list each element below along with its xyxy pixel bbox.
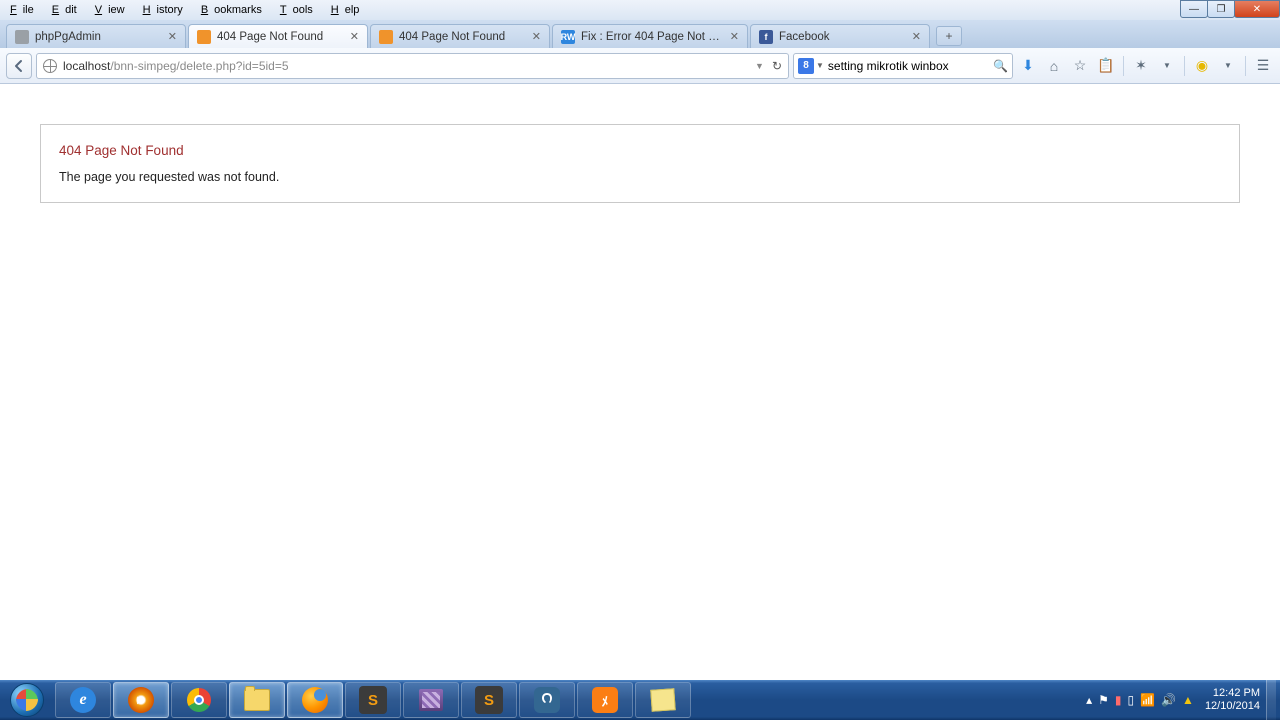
hamburger-menu-button[interactable]: ☰ bbox=[1252, 55, 1274, 77]
browser-tab[interactable]: 404 Page Not Found ✕ bbox=[188, 24, 368, 48]
tray-cloud-icon[interactable]: ▲ bbox=[1182, 693, 1194, 707]
reload-button[interactable]: ↻ bbox=[772, 59, 782, 73]
tab-favicon bbox=[197, 30, 211, 44]
library-button[interactable]: 📋 bbox=[1095, 55, 1117, 77]
error-box: 404 Page Not Found The page you requeste… bbox=[40, 124, 1240, 203]
tab-favicon: RW bbox=[561, 30, 575, 44]
browser-tab[interactable]: 404 Page Not Found ✕ bbox=[370, 24, 550, 48]
address-bar[interactable]: localhost/bnn-simpeg/delete.php?id=5id=5… bbox=[36, 53, 789, 79]
menu-edit[interactable]: Edit bbox=[46, 2, 89, 18]
back-arrow-icon bbox=[12, 59, 26, 73]
menu-tools[interactable]: Tools bbox=[274, 2, 325, 18]
tray-network-icon[interactable]: ▯ bbox=[1128, 693, 1135, 707]
tray-wifi-icon[interactable]: 📶 bbox=[1140, 693, 1155, 707]
search-submit-icon[interactable]: 🔍 bbox=[993, 59, 1008, 73]
page-content: 404 Page Not Found The page you requeste… bbox=[0, 84, 1280, 243]
error-message: The page you requested was not found. bbox=[59, 170, 1221, 184]
taskbar-app-xampp[interactable]: ﾒ bbox=[577, 682, 633, 718]
search-engine-dropdown-icon[interactable]: ▼ bbox=[816, 61, 824, 70]
taskbar-app-winrar[interactable] bbox=[403, 682, 459, 718]
taskbar-app-chrome[interactable] bbox=[171, 682, 227, 718]
navigation-toolbar: localhost/bnn-simpeg/delete.php?id=5id=5… bbox=[0, 48, 1280, 84]
tab-title: Facebook bbox=[779, 31, 906, 43]
taskbar-app-sublime2[interactable]: S bbox=[461, 682, 517, 718]
tray-overflow-icon[interactable]: ▴ bbox=[1086, 693, 1092, 707]
url-dropdown-icon[interactable]: ▼ bbox=[755, 61, 764, 71]
addon-button-1[interactable]: ✶ bbox=[1130, 55, 1152, 77]
taskbar-app-pg[interactable] bbox=[519, 682, 575, 718]
toolbar-separator bbox=[1184, 56, 1185, 76]
menu-view[interactable]: View bbox=[89, 2, 137, 18]
tray-battery-icon[interactable]: ▮ bbox=[1115, 693, 1122, 707]
tab-favicon bbox=[379, 30, 393, 44]
addon-dropdown-1[interactable]: ▼ bbox=[1156, 55, 1178, 77]
browser-tab[interactable]: RW Fix : Error 404 Page Not Fo... ✕ bbox=[552, 24, 748, 48]
tab-close-button[interactable]: ✕ bbox=[350, 30, 359, 43]
addon-dropdown-2[interactable]: ▼ bbox=[1217, 55, 1239, 77]
tab-close-button[interactable]: ✕ bbox=[532, 30, 541, 43]
taskbar-app-ie[interactable]: e bbox=[55, 682, 111, 718]
globe-icon bbox=[43, 59, 57, 73]
window-minimize-button[interactable]: — bbox=[1180, 0, 1208, 18]
window-maximize-button[interactable]: ❐ bbox=[1207, 0, 1235, 18]
tray-flag-icon[interactable]: ⚑ bbox=[1098, 693, 1109, 707]
search-box[interactable]: 8 ▼ 🔍 bbox=[793, 53, 1013, 79]
show-desktop-button[interactable] bbox=[1266, 680, 1276, 720]
toolbar-separator bbox=[1245, 56, 1246, 76]
google-icon: 8 bbox=[798, 58, 814, 74]
start-button[interactable] bbox=[0, 680, 54, 720]
taskbar-app-notes[interactable] bbox=[635, 682, 691, 718]
new-tab-button[interactable]: + bbox=[936, 26, 962, 46]
taskbar-app-explorer[interactable] bbox=[229, 682, 285, 718]
windows-orb-icon bbox=[10, 683, 44, 717]
tab-title: 404 Page Not Found bbox=[399, 31, 526, 43]
back-button[interactable] bbox=[6, 53, 32, 79]
browser-tab[interactable]: phpPgAdmin ✕ bbox=[6, 24, 186, 48]
tab-close-button[interactable]: ✕ bbox=[912, 30, 921, 43]
menu-bar: File Edit View History Bookmarks Tools H… bbox=[0, 0, 1280, 20]
browser-tab[interactable]: f Facebook ✕ bbox=[750, 24, 930, 48]
tab-favicon: f bbox=[759, 30, 773, 44]
bookmark-star-button[interactable]: ☆ bbox=[1069, 55, 1091, 77]
tab-strip: phpPgAdmin ✕ 404 Page Not Found ✕ 404 Pa… bbox=[0, 20, 1280, 48]
tab-title: phpPgAdmin bbox=[35, 31, 162, 43]
addon-button-2[interactable]: ◉ bbox=[1191, 55, 1213, 77]
menu-history[interactable]: History bbox=[137, 2, 195, 18]
menu-help[interactable]: Help bbox=[325, 2, 372, 18]
taskbar-app-firefox[interactable] bbox=[287, 682, 343, 718]
tab-close-button[interactable]: ✕ bbox=[168, 30, 177, 43]
tray-clock[interactable]: 12:42 PM 12/10/2014 bbox=[1205, 687, 1260, 713]
url-text: localhost/bnn-simpeg/delete.php?id=5id=5 bbox=[63, 59, 755, 73]
tab-title: 404 Page Not Found bbox=[217, 31, 344, 43]
menu-file[interactable]: File bbox=[4, 2, 46, 18]
tab-favicon bbox=[15, 30, 29, 44]
home-button[interactable]: ⌂ bbox=[1043, 55, 1065, 77]
tab-close-button[interactable]: ✕ bbox=[730, 30, 739, 43]
error-title: 404 Page Not Found bbox=[59, 143, 1221, 158]
downloads-button[interactable]: ⬇ bbox=[1017, 55, 1039, 77]
toolbar-separator bbox=[1123, 56, 1124, 76]
windows-taskbar: e▶ S S ﾒ ▴ ⚑ ▮ ▯ 📶 🔊 ▲ 12:42 PM 12/10/2014 bbox=[0, 680, 1280, 720]
menu-bookmarks[interactable]: Bookmarks bbox=[195, 2, 274, 18]
window-close-button[interactable]: ✕ bbox=[1234, 0, 1280, 18]
tray-volume-icon[interactable]: 🔊 bbox=[1161, 693, 1176, 707]
taskbar-app-wmp[interactable]: ▶ bbox=[113, 682, 169, 718]
search-input[interactable] bbox=[828, 59, 993, 73]
tab-title: Fix : Error 404 Page Not Fo... bbox=[581, 31, 724, 43]
system-tray: ▴ ⚑ ▮ ▯ 📶 🔊 ▲ 12:42 PM 12/10/2014 bbox=[1083, 680, 1280, 720]
taskbar-app-sublime1[interactable]: S bbox=[345, 682, 401, 718]
